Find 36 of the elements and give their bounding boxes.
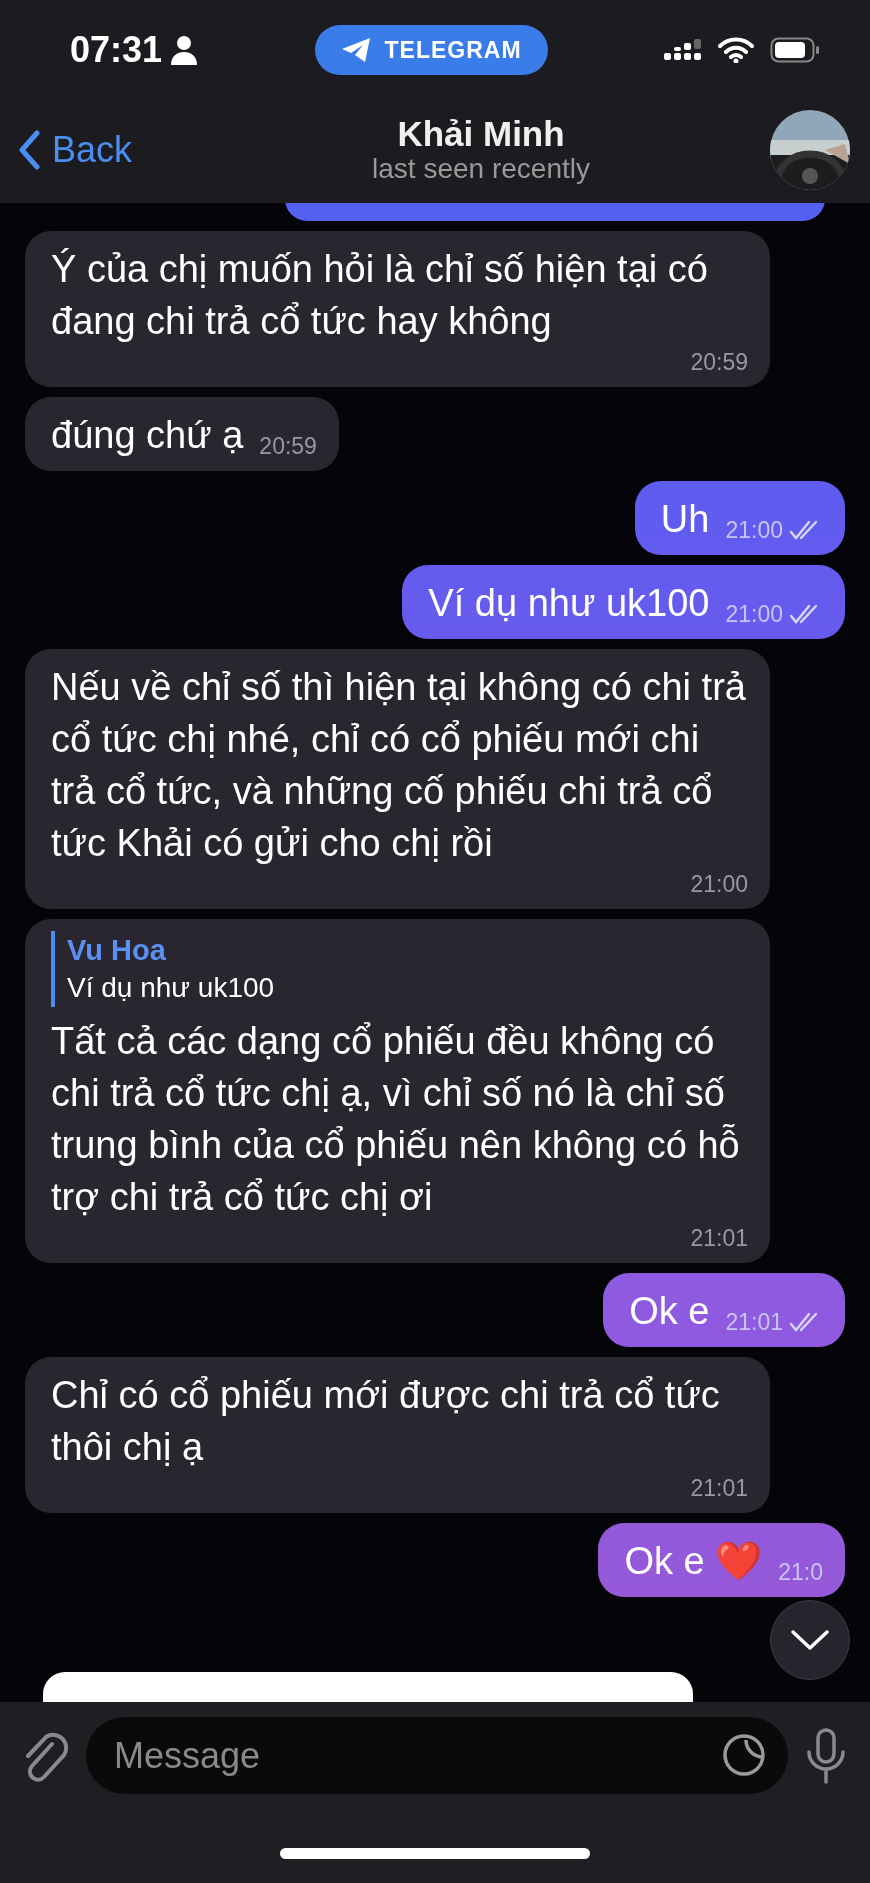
paper-plane-icon <box>340 37 371 63</box>
reply-author: Vu Hoa <box>67 933 167 968</box>
message-time: 21:00 <box>725 516 783 545</box>
microphone-icon[interactable] <box>804 1727 848 1784</box>
message-text: Ý của chị muốn hỏi là chỉ số hiện tại có đang chi trả cổ tức hay không <box>51 247 709 344</box>
message-time: 21:0 <box>778 1558 823 1587</box>
wifi-icon <box>718 37 754 63</box>
signal-icon <box>664 39 702 61</box>
message-time: 20:59 <box>690 348 748 377</box>
message-time: 21:01 <box>725 1308 783 1337</box>
battery-icon <box>770 37 820 63</box>
message-text: Chỉ có cổ phiếu mới được chi trả cổ tức thôi chị ạ <box>51 1373 721 1470</box>
message-field[interactable]: Message <box>86 1717 788 1794</box>
reply-text: Ví dụ như uk100 <box>67 971 276 1005</box>
message-time: 21:01 <box>690 1474 748 1503</box>
message-text: Tất cả các dạng cổ phiếu đều không có chi trả cổ tức chị ạ, vì chỉ số nó là chỉ số trung bình của cổ phiếu nên không có hỗ trợ chi trả cổ tức chị ơi <box>51 1019 741 1220</box>
message-time: 20:59 <box>259 432 317 461</box>
chevron-down-icon <box>790 1629 830 1651</box>
message-time: 21:01 <box>690 1224 748 1253</box>
app-return-pill[interactable]: TELEGRAM <box>314 24 548 76</box>
reply-quote[interactable]: Vu Hoa Ví dụ như uk100 <box>51 931 748 1007</box>
message-time: 21:00 <box>725 600 783 629</box>
contact-name: Khải Minh <box>396 115 566 154</box>
message-text: Ví dụ như uk100 <box>428 581 710 626</box>
sticker-icon[interactable] <box>722 1733 766 1777</box>
message-text: Ok e <box>629 1289 710 1334</box>
back-button[interactable]: Back <box>18 123 133 177</box>
person-icon <box>170 35 199 65</box>
message-text: Nếu về chỉ số thì hiện tại không có chi trả cổ tức chị nhé, chỉ có cổ phiếu mới chi trả cổ tức, và những cố phiếu chi trả cổ tức Khải có gửi cho chị rồi <box>51 665 747 866</box>
message-text: đúng chứ ạ <box>51 413 244 458</box>
message-text: Uh <box>660 497 710 542</box>
chevron-left-icon <box>18 130 40 170</box>
message-text: Ok e ❤ <box>624 1539 763 1584</box>
message-time: 21:00 <box>690 870 748 899</box>
last-seen-status: last seen recently <box>372 153 590 185</box>
status-time: 07:31 <box>70 28 163 72</box>
